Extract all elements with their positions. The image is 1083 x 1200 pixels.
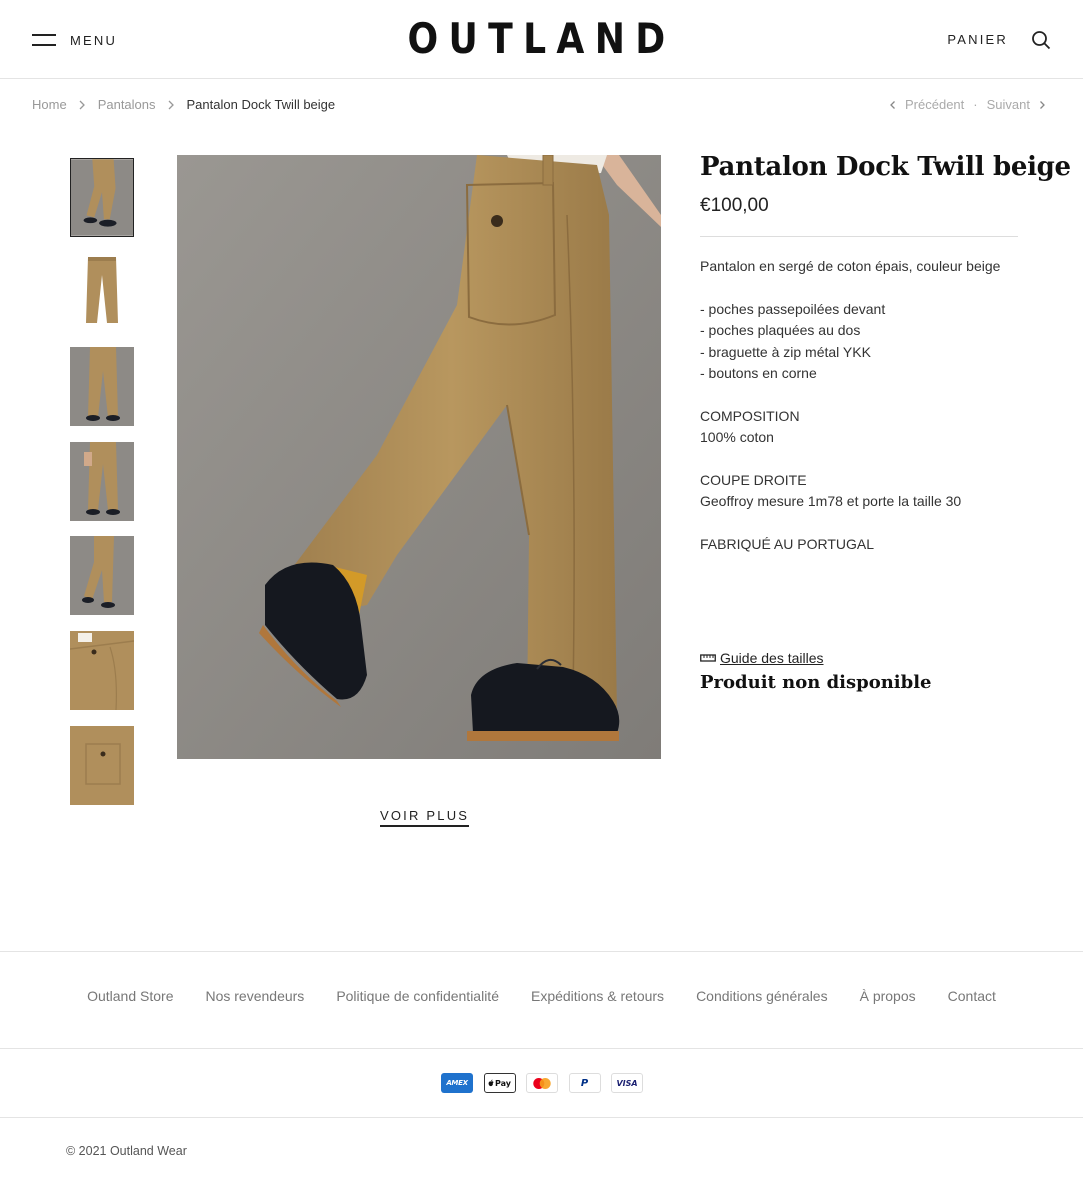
footer-link-shipping[interactable]: Expéditions & retours: [531, 988, 664, 1004]
availability-status: Produit non disponible: [700, 672, 932, 693]
footer-link-store[interactable]: Outland Store: [87, 988, 173, 1004]
composition-title: COMPOSITION: [700, 407, 800, 424]
amex-icon: AMEX: [441, 1073, 473, 1093]
thumbnail-detail-back-pocket[interactable]: [70, 725, 134, 805]
feature-item: - braguette à zip métal YKK: [700, 343, 871, 360]
next-label: Suivant: [986, 97, 1030, 112]
payment-methods: AMEX Pay P VISA: [441, 1073, 654, 1093]
product-price: €100,00: [700, 195, 769, 216]
thumbnail-worn-front-hand[interactable]: [70, 441, 134, 521]
visa-icon: VISA: [611, 1073, 643, 1093]
feature-item: - boutons en corne: [700, 365, 817, 382]
site-header: MENU OUTLAND PANIER: [0, 0, 1083, 79]
footer-divider: [0, 951, 1083, 952]
product-photo: [177, 155, 661, 759]
breadcrumb-current: Pantalon Dock Twill beige: [186, 97, 336, 112]
product-title: Pantalon Dock Twill beige: [700, 152, 1071, 182]
footer-divider: [0, 1048, 1083, 1049]
made-in: FABRIQUÉ AU PORTUGAL: [700, 536, 875, 553]
breadcrumb-home[interactable]: Home: [32, 97, 67, 112]
apple-pay-label: Pay: [494, 1078, 511, 1088]
ruler-icon: [700, 654, 716, 662]
pager-separator: ·: [973, 97, 978, 112]
footer-nav: Outland Store Nos revendeurs Politique d…: [0, 988, 1083, 1004]
hamburger-icon: [32, 34, 56, 46]
thumbnail-worn-front[interactable]: [70, 347, 134, 427]
footer-link-about[interactable]: À propos: [860, 988, 916, 1004]
apple-pay-icon: Pay: [483, 1073, 516, 1093]
main-product-image[interactable]: [177, 155, 661, 759]
voir-plus-button[interactable]: VOIR PLUS: [380, 808, 470, 827]
footer-link-privacy[interactable]: Politique de confidentialité: [336, 988, 499, 1004]
search-icon[interactable]: [1031, 30, 1051, 50]
product-thumbnail-image: [70, 252, 134, 332]
thumbnail-list: [70, 158, 134, 820]
feature-item: - poches passepoilées devant: [700, 300, 886, 317]
chevron-right-icon: [168, 100, 174, 109]
composition-value: 100% coton: [700, 429, 774, 446]
footer-link-retailers[interactable]: Nos revendeurs: [205, 988, 304, 1004]
cart-link[interactable]: PANIER: [947, 32, 1008, 47]
breadcrumb-category[interactable]: Pantalons: [98, 97, 156, 112]
fit-title: COUPE DROITE: [700, 472, 807, 489]
footer-divider: [0, 1117, 1083, 1118]
feature-item: - poches plaquées au dos: [700, 322, 861, 339]
previous-label: Précédent: [905, 97, 965, 112]
product-thumbnail-image: [70, 630, 134, 710]
next-product-link[interactable]: Suivant: [987, 97, 1047, 112]
product-thumbnail-image: [70, 536, 134, 616]
description-intro: Pantalon en sergé de coton épais, couleu…: [700, 258, 1001, 274]
thumbnail-flat-front[interactable]: [70, 252, 134, 332]
thumbnail-detail-front-pocket[interactable]: [70, 630, 134, 710]
product-description: Pantalon en sergé de coton épais, couleu…: [700, 256, 1040, 556]
product-pager: Précédent · Suivant: [888, 97, 1047, 112]
site-logo[interactable]: OUTLAND: [76, 14, 1007, 64]
size-guide-label: Guide des tailles: [720, 650, 824, 666]
mastercard-logo: [533, 1077, 551, 1089]
product-thumbnail-image: [71, 159, 133, 236]
apple-logo-icon: [488, 1079, 494, 1087]
size-guide-link[interactable]: Guide des tailles: [700, 650, 824, 666]
thumbnail-worn-side-walking[interactable]: [70, 158, 134, 237]
breadcrumb: Home Pantalons Pantalon Dock Twill beige: [32, 97, 335, 112]
fit-value: Geoffroy mesure 1m78 et porte la taille …: [700, 493, 962, 510]
product-thumbnail-image: [70, 725, 134, 805]
thumbnail-worn-side[interactable]: [70, 536, 134, 616]
copyright: © 2021 Outland Wear: [66, 1144, 187, 1158]
mastercard-icon: [526, 1073, 558, 1093]
chevron-right-icon: [1040, 100, 1045, 109]
footer-link-contact[interactable]: Contact: [948, 988, 996, 1004]
previous-product-link[interactable]: Précédent: [888, 97, 964, 112]
chevron-right-icon: [79, 100, 85, 109]
divider: [700, 236, 1018, 237]
footer-link-terms[interactable]: Conditions générales: [696, 988, 828, 1004]
product-thumbnail-image: [70, 347, 134, 427]
product-thumbnail-image: [70, 441, 134, 521]
chevron-left-icon: [890, 100, 895, 109]
paypal-icon: P: [568, 1073, 601, 1093]
